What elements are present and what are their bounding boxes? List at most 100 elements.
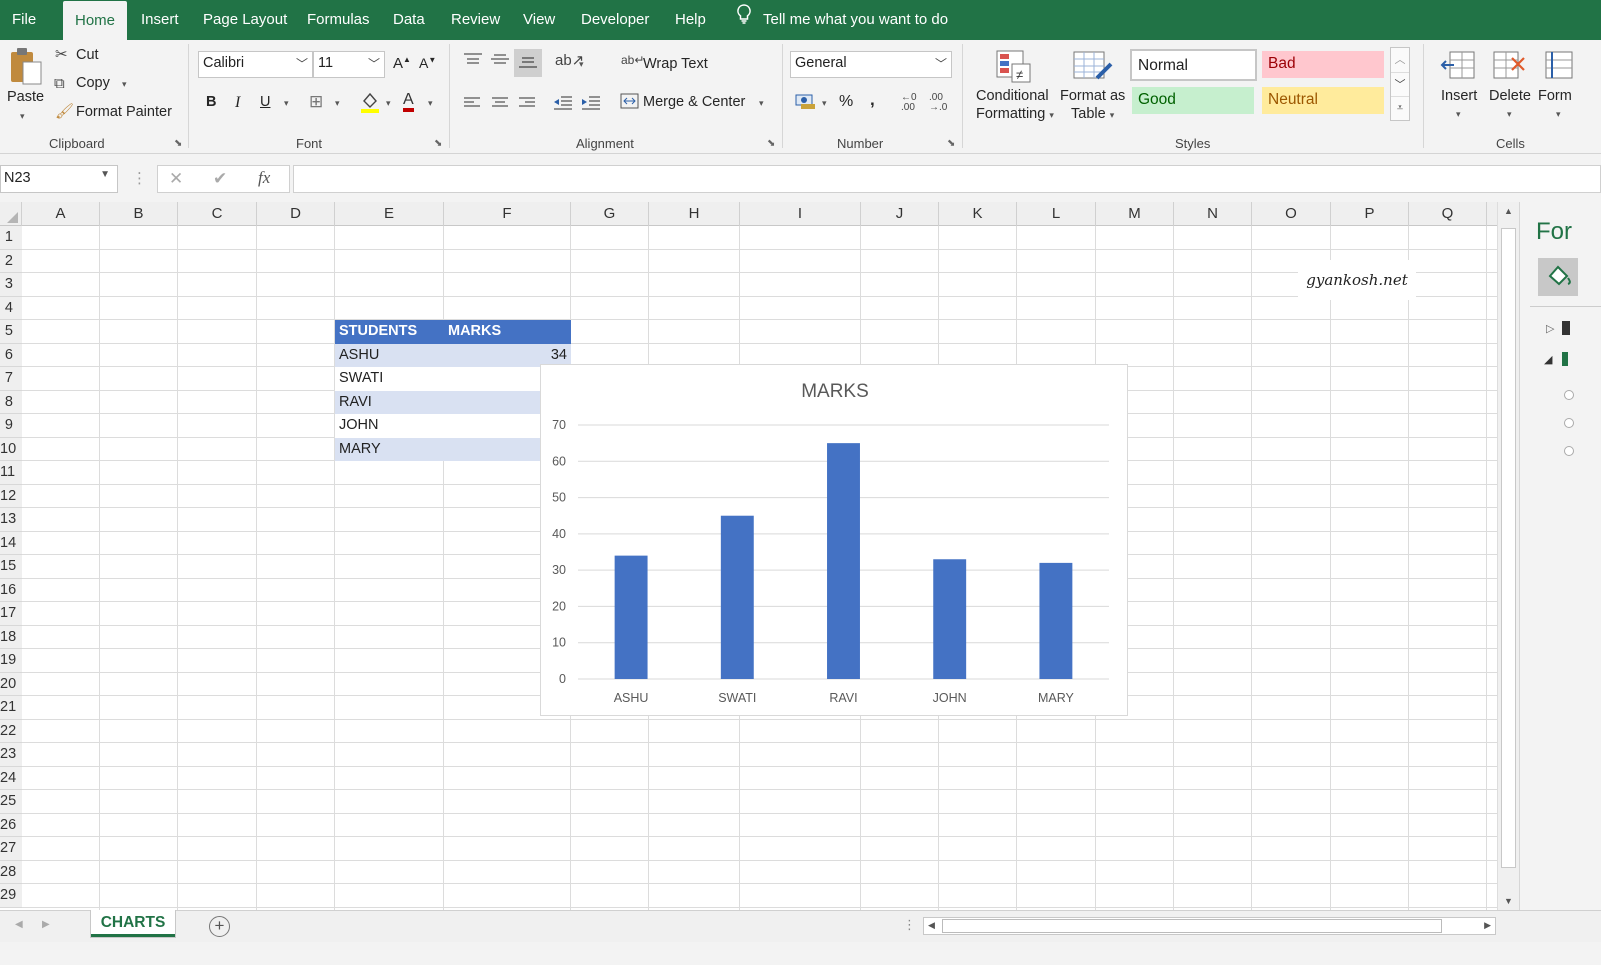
worksheet-grid[interactable]: ABCDEFGHIJKLMNOPQ 1 2 3 4 5 6 7 8 9 10 11 12 13 14 15 1… [0,202,1497,910]
table-cell-student[interactable]: RAVI [335,390,444,414]
enter-icon[interactable]: ✔ [213,169,227,189]
tab-data[interactable]: Data [393,0,425,40]
column-header-h[interactable]: H [649,202,740,226]
tab-developer[interactable]: Developer [581,0,649,40]
font-color-dropdown-icon[interactable]: ▾ [428,98,433,109]
row-header-19[interactable]: 19 [0,649,22,673]
row-header-9[interactable]: 9 [0,414,22,438]
decrease-decimal-icon[interactable]: .00 →.0 [929,93,947,113]
table-cell-student[interactable]: JOHN [335,414,444,438]
row-header-18[interactable]: 18 [0,625,22,649]
number-launcher-icon[interactable]: ⬊ [947,138,955,149]
column-header-a[interactable]: A [22,202,100,226]
marks-bar-chart[interactable]: MARKS 0 10 20 30 40 50 60 70 ASHU SWATI RAVI JOHN MAR… [540,364,1128,716]
column-header-j[interactable]: J [861,202,939,226]
formula-input[interactable] [293,165,1601,193]
collapse-arrow-icon[interactable]: ◢ [1544,353,1552,366]
row-header-13[interactable]: 13 [0,508,22,532]
paste-button[interactable]: Paste [7,89,44,105]
tab-view[interactable]: View [523,0,555,40]
table-cell-student[interactable]: ASHU [335,343,444,367]
formula-bar-grip-icon[interactable]: ⋮ [132,171,147,186]
tab-split-grip-icon[interactable]: ⋮ [903,917,916,933]
column-header-d[interactable]: D [257,202,335,226]
increase-indent-icon[interactable] [581,95,601,114]
italic-button[interactable]: I [235,94,240,112]
chevron-down-icon[interactable]: ▾ [1556,109,1561,120]
row-header-24[interactable]: 24 [0,766,22,790]
expand-arrow-icon[interactable]: ▷ [1546,322,1554,335]
tab-home[interactable]: Home [63,1,128,40]
table-header-students[interactable]: STUDENTS [335,320,444,344]
column-header-i[interactable]: I [740,202,861,226]
align-top-icon[interactable] [463,52,483,69]
chevron-down-icon[interactable]: ▾ [1507,109,1512,120]
gallery-more-icon[interactable]: ⩡ [1391,96,1409,120]
row-header-3[interactable]: 3 [0,273,22,297]
column-header-q[interactable]: Q [1409,202,1487,226]
fill-color-dropdown-icon[interactable]: ▾ [386,98,391,109]
column-header-b[interactable]: B [100,202,178,226]
horizontal-scroll-thumb[interactable] [942,919,1442,933]
font-size-select[interactable]: 11 ﹀ [313,51,385,78]
name-box[interactable]: N23 ▼ [0,165,118,193]
column-header-l[interactable]: L [1017,202,1096,226]
percent-style-button[interactable]: % [839,93,853,111]
tab-formulas[interactable]: Formulas [307,0,370,40]
underline-dropdown-icon[interactable]: ▾ [284,98,289,109]
sheet-tab-charts[interactable]: CHARTS [90,910,176,938]
style-neutral[interactable]: Neutral [1262,87,1384,114]
number-format-select[interactable]: General ﹀ [790,51,952,78]
column-header-c[interactable]: C [178,202,257,226]
row-header-26[interactable]: 26 [0,813,22,837]
merge-dropdown-icon[interactable]: ▾ [759,98,764,109]
align-center-icon[interactable] [491,97,509,112]
chevron-down-icon[interactable]: ▼ [100,169,110,180]
style-normal[interactable]: Normal [1130,49,1257,81]
row-header-28[interactable]: 28 [0,860,22,884]
format-as-table-button[interactable]: Format as Table ▾ [1060,88,1125,122]
column-header-m[interactable]: M [1096,202,1174,226]
chevron-up-icon[interactable]: ︿ [1391,48,1409,72]
font-family-select[interactable]: Calibri ﹀ [198,51,313,78]
delete-cells-button[interactable]: Delete [1489,88,1531,104]
column-header-o[interactable]: O [1252,202,1331,226]
row-header-16[interactable]: 16 [0,578,22,602]
accounting-dropdown-icon[interactable]: ▾ [822,98,827,109]
radio-option[interactable] [1564,418,1574,428]
radio-option[interactable] [1564,446,1574,456]
row-header-8[interactable]: 8 [0,390,22,414]
tab-insert[interactable]: Insert [141,0,179,40]
cancel-icon[interactable]: ✕ [169,169,183,189]
chevron-down-icon[interactable]: ▾ [1456,109,1461,120]
row-header-29[interactable]: 29 [0,884,22,908]
column-header-p[interactable]: P [1331,202,1409,226]
scroll-down-icon[interactable]: ▼ [1504,896,1513,906]
row-header-22[interactable]: 22 [0,719,22,743]
row-header-5[interactable]: 5 [0,320,22,344]
insert-cells-button[interactable]: Insert [1441,88,1477,104]
radio-option[interactable] [1564,390,1574,400]
column-header-f[interactable]: F [444,202,571,226]
paste-icon[interactable] [8,46,44,91]
align-middle-icon[interactable] [490,52,510,69]
row-header-27[interactable]: 27 [0,837,22,861]
shrink-font-button[interactable]: A▼ [419,55,436,71]
row-header-20[interactable]: 20 [0,672,22,696]
format-painter-button[interactable]: Format Painter [76,104,172,120]
comma-style-button[interactable]: , [870,90,875,110]
row-header-7[interactable]: 7 [0,367,22,391]
merge-center-button[interactable]: Merge & Center [643,94,745,110]
row-header-14[interactable]: 14 [0,531,22,555]
tab-file[interactable]: File [12,0,36,40]
vertical-scrollbar[interactable]: ▲ ▼ [1497,202,1519,910]
chevron-down-icon[interactable]: ﹀ [1391,72,1409,96]
select-all-corner[interactable] [0,202,22,226]
style-good[interactable]: Good [1132,87,1254,114]
scroll-up-icon[interactable]: ▲ [1504,206,1513,216]
paste-dropdown-icon[interactable]: ▾ [20,111,25,122]
increase-decimal-icon[interactable]: ←0.00 [901,93,917,113]
row-header-15[interactable]: 15 [0,555,22,579]
row-header-11[interactable]: 11 [0,461,22,485]
align-left-icon[interactable] [463,97,481,112]
